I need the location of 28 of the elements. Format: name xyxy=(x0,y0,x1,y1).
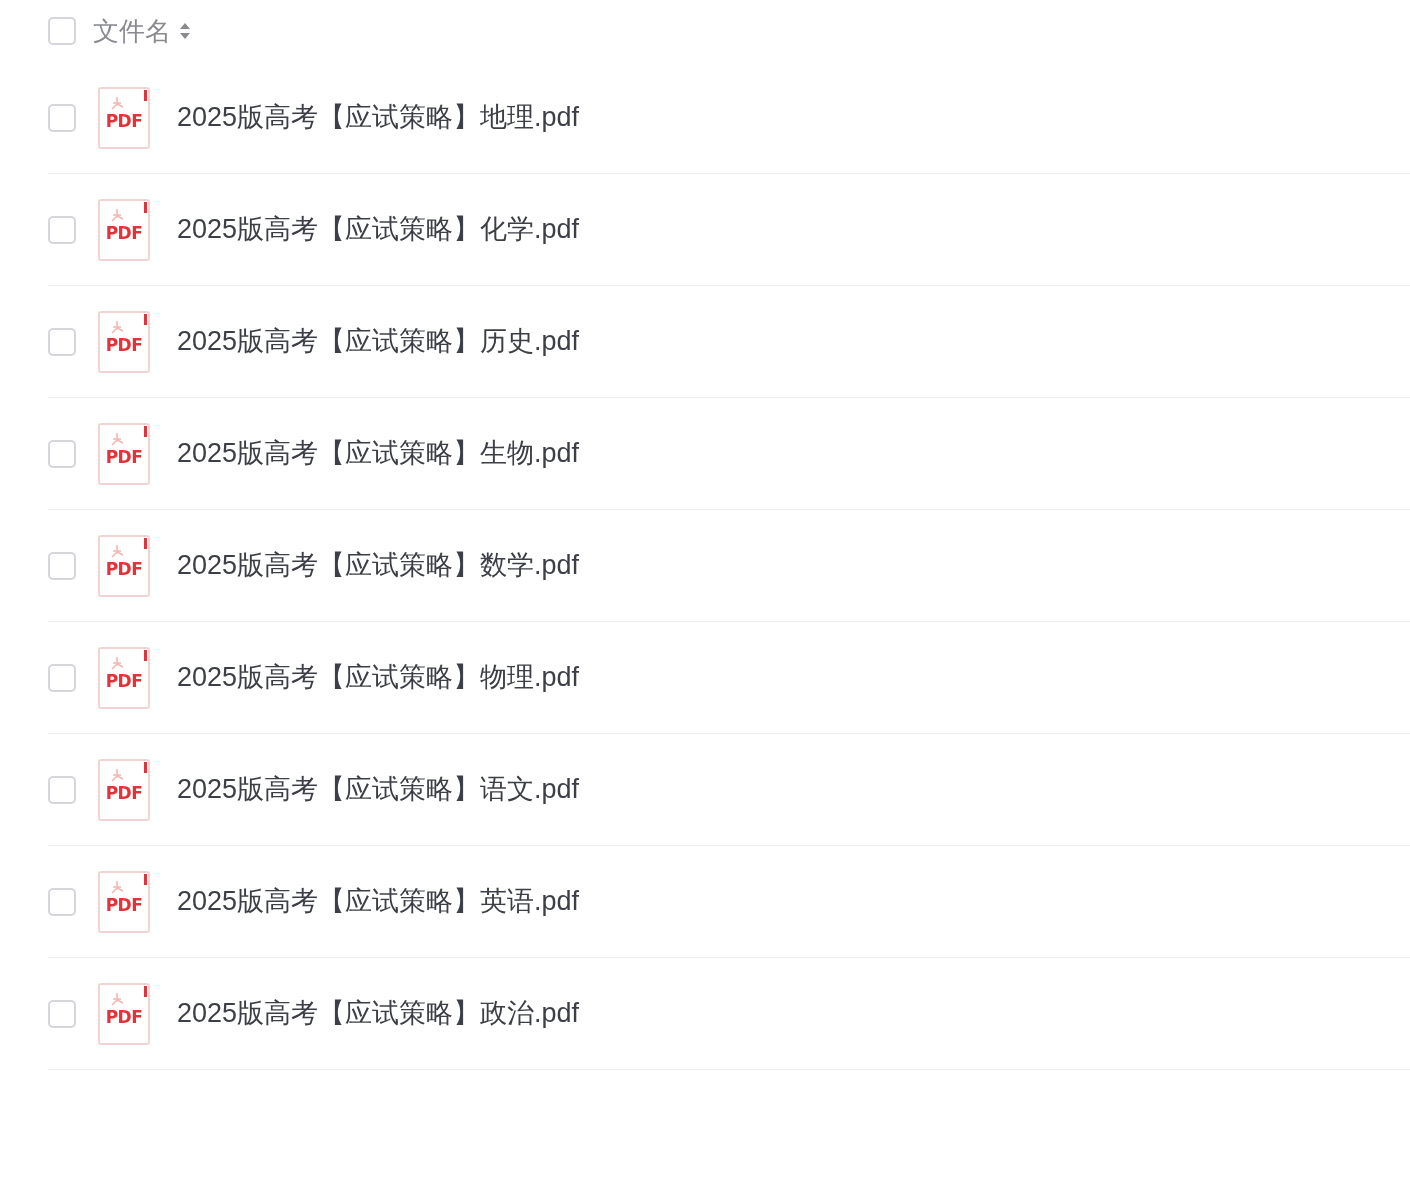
pdf-file-icon: PDF xyxy=(98,86,150,149)
pdf-file-icon: PDF xyxy=(98,310,150,373)
checkbox[interactable] xyxy=(48,439,76,468)
pdf-file-icon: PDF xyxy=(98,646,150,709)
checkbox[interactable] xyxy=(48,775,76,804)
checkbox[interactable] xyxy=(48,215,76,244)
pdf-file-icon: PDF xyxy=(98,758,150,821)
pdf-file-icon: PDF xyxy=(98,982,150,1045)
pdf-file-icon: PDF xyxy=(98,422,150,485)
file-name[interactable]: 2025版高考【应试策略】语文.pdf xyxy=(177,769,580,810)
file-name[interactable]: 2025版高考【应试策略】历史.pdf xyxy=(177,321,580,362)
file-name[interactable]: 2025版高考【应试策略】化学.pdf xyxy=(177,209,580,250)
checkbox[interactable] xyxy=(48,999,76,1028)
pdf-file-icon: PDF xyxy=(98,870,150,933)
checkbox[interactable] xyxy=(48,327,76,356)
checkbox[interactable] xyxy=(48,103,76,132)
file-name[interactable]: 2025版高考【应试策略】政治.pdf xyxy=(177,993,580,1034)
checkbox[interactable] xyxy=(48,663,76,692)
file-name[interactable]: 2025版高考【应试策略】英语.pdf xyxy=(177,881,580,922)
checkbox[interactable] xyxy=(48,551,76,580)
file-name[interactable]: 2025版高考【应试策略】生物.pdf xyxy=(177,433,580,474)
file-name[interactable]: 2025版高考【应试策略】数学.pdf xyxy=(177,545,580,586)
checkbox[interactable] xyxy=(48,887,76,916)
file-name[interactable]: 2025版高考【应试策略】地理.pdf xyxy=(177,97,580,138)
checkbox[interactable] xyxy=(48,17,76,45)
file-name[interactable]: 2025版高考【应试策略】物理.pdf xyxy=(177,657,580,698)
pdf-file-icon: PDF xyxy=(98,534,150,597)
pdf-file-icon: PDF xyxy=(98,198,150,261)
